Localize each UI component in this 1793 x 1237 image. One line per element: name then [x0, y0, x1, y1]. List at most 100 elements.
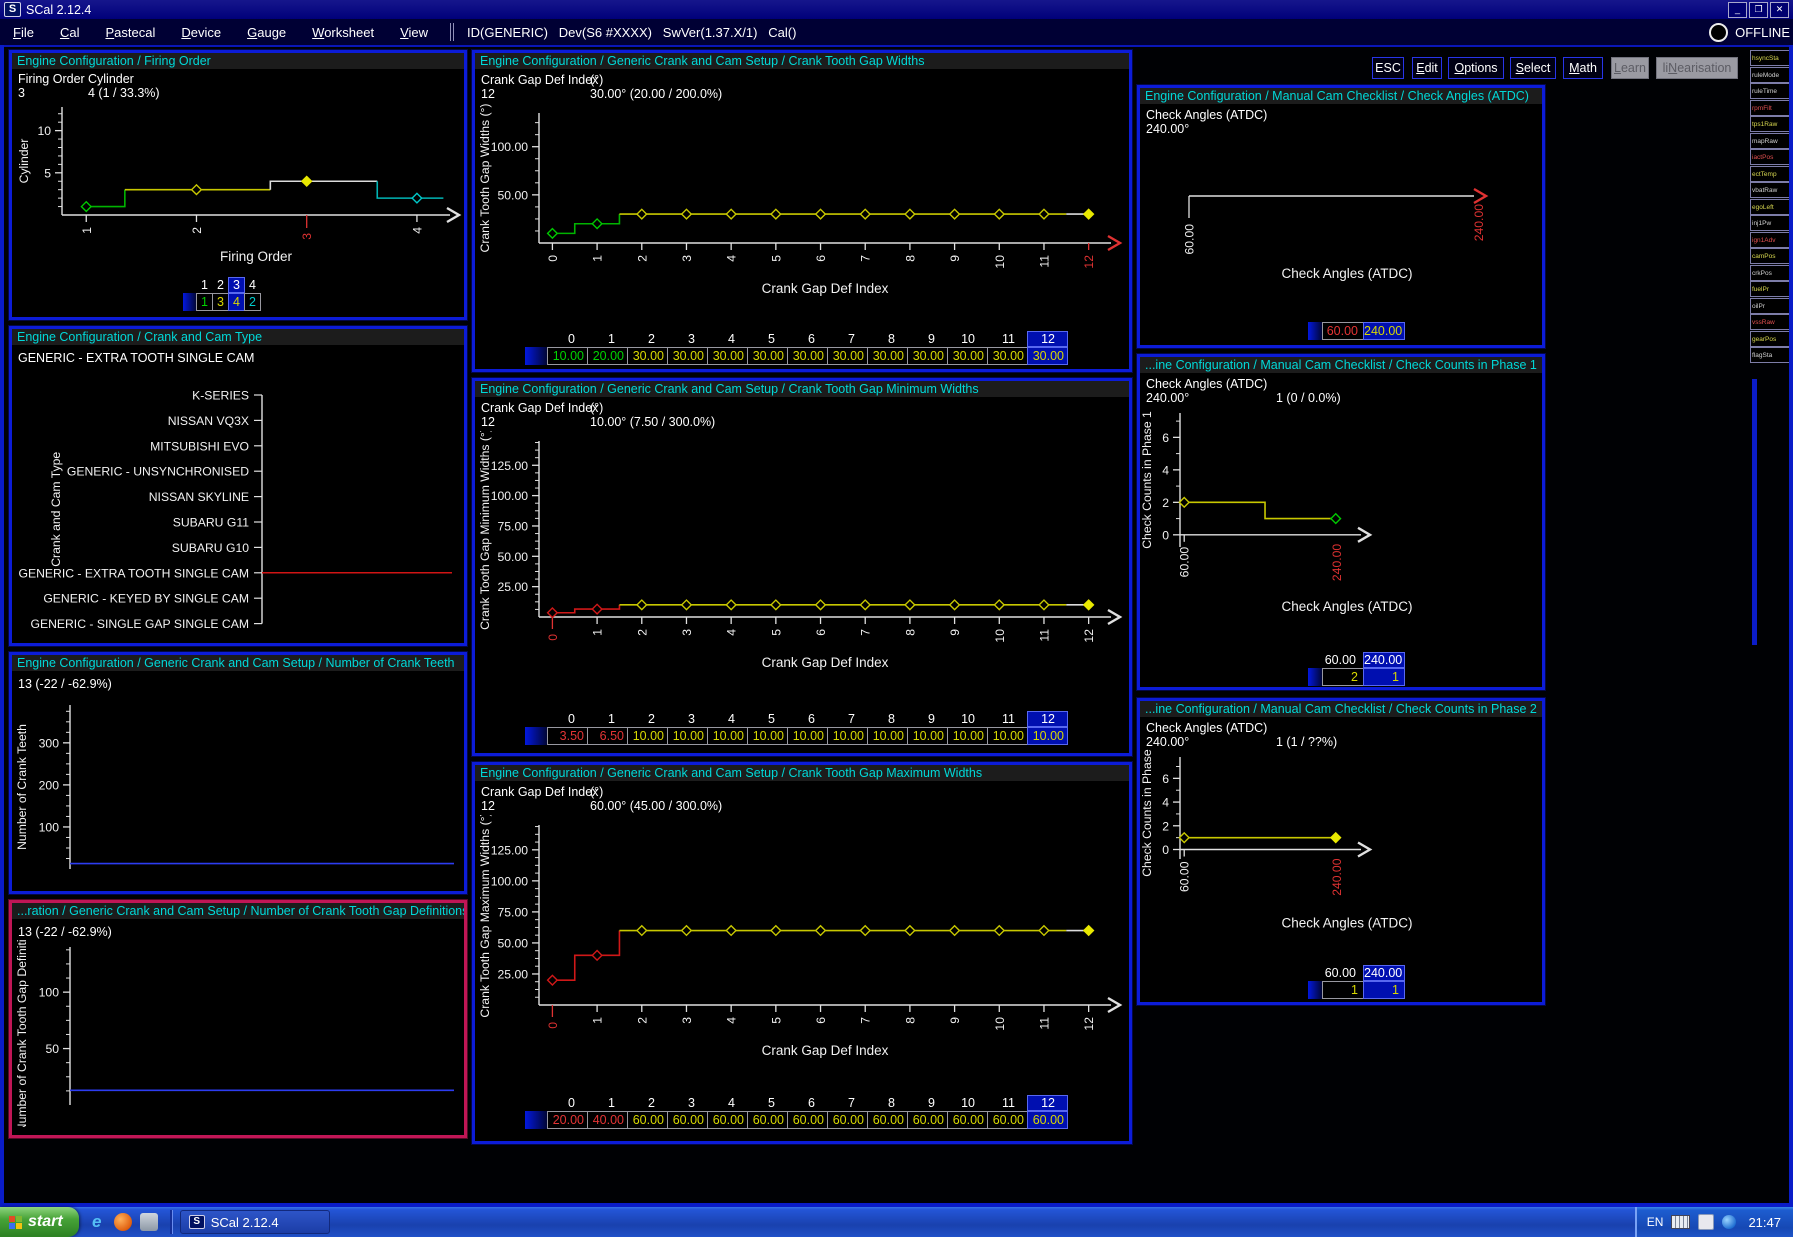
- crank-cam-type-chart[interactable]: K-SERIESNISSAN VQ3XMITSUBISHI EVOGENERIC…: [14, 371, 462, 646]
- value-cell[interactable]: 60.00: [667, 1111, 708, 1129]
- value-cell[interactable]: 10.00: [947, 727, 988, 745]
- keyboard-icon[interactable]: [1671, 1215, 1690, 1229]
- value-cell[interactable]: 10.00: [1027, 727, 1068, 745]
- math-button[interactable]: Math: [1563, 57, 1603, 79]
- sidebar-row[interactable]: ruleMode: [1750, 67, 1791, 83]
- edit-button[interactable]: Edit: [1412, 57, 1442, 79]
- sidebar-row[interactable]: egoLeft: [1750, 199, 1791, 215]
- value-cell[interactable]: 30.00: [707, 347, 748, 365]
- menu-worksheet[interactable]: Worksheet: [299, 25, 387, 40]
- language-indicator[interactable]: EN: [1647, 1215, 1664, 1229]
- start-button[interactable]: start: [0, 1207, 79, 1237]
- menu-device[interactable]: Device: [168, 25, 234, 40]
- value-cell[interactable]: 40.00: [587, 1111, 628, 1129]
- sidebar-row[interactable]: inj1Pw: [1750, 215, 1791, 231]
- value-cell[interactable]: 60.00: [867, 1111, 908, 1129]
- sidebar-row[interactable]: oilPr: [1750, 298, 1791, 314]
- value-cell[interactable]: 30.00: [907, 347, 948, 365]
- sidebar-row[interactable]: gearPos: [1750, 331, 1791, 347]
- tray-icon-1[interactable]: [1698, 1214, 1714, 1230]
- close-button[interactable]: ✕: [1770, 2, 1789, 18]
- value-cell[interactable]: 30.00: [827, 347, 868, 365]
- row-header-cell[interactable]: [183, 293, 196, 311]
- taskbar-task-scal[interactable]: S SCal 2.12.4: [180, 1210, 330, 1234]
- gap-definitions-chart[interactable]: 50100Number of Crank Tooth Gap Definitio…: [14, 939, 462, 1132]
- internet-explorer-icon[interactable]: e: [88, 1213, 106, 1231]
- value-cell[interactable]: 1: [1363, 981, 1405, 999]
- value-cell[interactable]: 240.00: [1363, 322, 1405, 340]
- menu-cal[interactable]: Cal: [47, 25, 93, 40]
- sidebar-row[interactable]: ruleTime: [1750, 83, 1791, 99]
- value-cell[interactable]: 30.00: [787, 347, 828, 365]
- sidebar-row[interactable]: camPos: [1750, 248, 1791, 264]
- value-cell[interactable]: 30.00: [627, 347, 668, 365]
- value-cell[interactable]: 4: [228, 293, 245, 311]
- tray-icon-2[interactable]: [1722, 1215, 1736, 1229]
- esc-button[interactable]: ESC: [1372, 57, 1404, 79]
- row-header-cell[interactable]: [1308, 981, 1322, 999]
- value-cell[interactable]: 60.00: [1027, 1111, 1068, 1129]
- quick-launch-app-icon[interactable]: [140, 1213, 158, 1231]
- value-cell[interactable]: 10.00: [787, 727, 828, 745]
- value-cell[interactable]: 60.00: [827, 1111, 868, 1129]
- value-cell[interactable]: 20.00: [587, 347, 628, 365]
- value-cell[interactable]: 60.00: [707, 1111, 748, 1129]
- clock[interactable]: 21:47: [1748, 1215, 1781, 1230]
- title-bar[interactable]: S SCal 2.12.4 _ ❐ ✕: [0, 0, 1793, 19]
- sidebar-row[interactable]: ectTemp: [1750, 166, 1791, 182]
- value-cell[interactable]: 1: [196, 293, 213, 311]
- sidebar-row[interactable]: vbatRaw: [1750, 182, 1791, 198]
- row-header-cell[interactable]: [1308, 668, 1322, 686]
- restore-button[interactable]: ❐: [1749, 2, 1768, 18]
- value-cell[interactable]: 60.00: [747, 1111, 788, 1129]
- value-cell[interactable]: 60.00: [627, 1111, 668, 1129]
- sidebar-row[interactable]: crkPos: [1750, 265, 1791, 281]
- sidebar-row[interactable]: vssRaw: [1750, 314, 1791, 330]
- menu-view[interactable]: View: [387, 25, 441, 40]
- sidebar-row[interactable]: tps1Raw: [1750, 116, 1791, 132]
- row-header-cell[interactable]: [525, 1111, 547, 1129]
- value-cell[interactable]: 10.00: [547, 347, 588, 365]
- check-angles-chart[interactable]: 60.00240.00Check Angles (ATDC): [1142, 138, 1538, 323]
- options-button[interactable]: Options: [1448, 57, 1504, 79]
- gap-widths-chart[interactable]: 50.00100.000123456789101112Crank Gap Def…: [477, 101, 1125, 312]
- menu-pastecal[interactable]: Pastecal: [92, 25, 168, 40]
- value-cell[interactable]: 10.00: [707, 727, 748, 745]
- value-cell[interactable]: 10.00: [827, 727, 868, 745]
- row-header-cell[interactable]: [525, 347, 547, 365]
- menu-gauge[interactable]: Gauge: [234, 25, 299, 40]
- sidebar-row[interactable]: mapRaw: [1750, 133, 1791, 149]
- firing-order-chart[interactable]: 5101234Firing OrderCylinder: [16, 101, 462, 276]
- value-cell[interactable]: 60.00: [987, 1111, 1028, 1129]
- row-header-cell[interactable]: [1308, 322, 1322, 340]
- value-cell[interactable]: 60.00: [947, 1111, 988, 1129]
- gap-maximum-widths-chart[interactable]: 25.0050.0075.00100.00125.000123456789101…: [477, 815, 1125, 1076]
- menu-file[interactable]: File: [0, 25, 47, 40]
- value-cell[interactable]: 60.00: [1322, 322, 1364, 340]
- browser-globe-icon[interactable]: [114, 1213, 132, 1231]
- sidebar-row[interactable]: rpmFilt: [1750, 100, 1791, 116]
- value-cell[interactable]: 60.00: [787, 1111, 828, 1129]
- value-cell[interactable]: 2: [1322, 668, 1364, 686]
- value-cell[interactable]: 2: [244, 293, 261, 311]
- value-cell[interactable]: 10.00: [747, 727, 788, 745]
- value-cell[interactable]: 10.00: [627, 727, 668, 745]
- sidebar-row[interactable]: iactPos: [1750, 149, 1791, 165]
- sidebar-row[interactable]: ign1Adv: [1750, 232, 1791, 248]
- value-cell[interactable]: 30.00: [667, 347, 708, 365]
- select-button[interactable]: Select: [1510, 57, 1556, 79]
- crank-teeth-chart[interactable]: 100200300Number of Crank Teeth: [14, 695, 462, 892]
- value-cell[interactable]: 6.50: [587, 727, 628, 745]
- sidebar-row[interactable]: hsyncSta: [1750, 50, 1791, 66]
- gap-minimum-widths-chart[interactable]: 25.0050.0075.00100.00125.000123456789101…: [477, 431, 1125, 688]
- check-counts-phase2-chart[interactable]: 024660.00240.00Check Angles (ATDC)Check …: [1142, 749, 1538, 964]
- value-cell[interactable]: 10.00: [907, 727, 948, 745]
- value-cell[interactable]: 1: [1363, 668, 1405, 686]
- value-cell[interactable]: 20.00: [547, 1111, 588, 1129]
- value-cell[interactable]: 1: [1322, 981, 1364, 999]
- value-cell[interactable]: 30.00: [747, 347, 788, 365]
- value-cell[interactable]: 30.00: [987, 347, 1028, 365]
- value-cell[interactable]: 30.00: [947, 347, 988, 365]
- value-cell[interactable]: 30.00: [1027, 347, 1068, 365]
- value-cell[interactable]: 3: [212, 293, 229, 311]
